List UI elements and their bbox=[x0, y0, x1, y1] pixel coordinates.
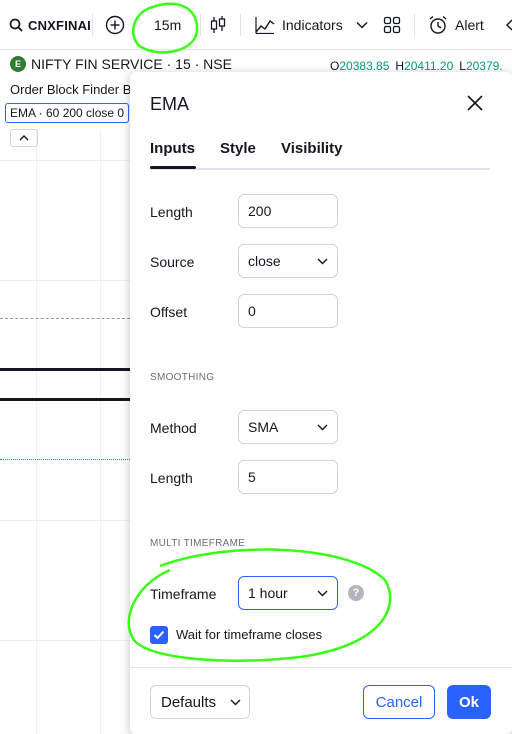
method-label: Method bbox=[150, 420, 197, 436]
timeframe-select[interactable]: 1 hour bbox=[238, 576, 338, 610]
close-icon bbox=[467, 95, 483, 111]
indicator-name: Order Block Finder B bbox=[10, 82, 132, 97]
symbol-search[interactable]: CNXFINAI bbox=[9, 0, 91, 50]
high-value: 20411.20 bbox=[404, 59, 454, 73]
check-icon bbox=[153, 630, 165, 640]
length-input[interactable]: 200 bbox=[238, 194, 338, 228]
toolbar-divider bbox=[200, 14, 201, 36]
exchange-logo: E bbox=[10, 56, 26, 72]
indicators-button[interactable]: Indicators bbox=[255, 0, 343, 50]
collapse-legend-button[interactable] bbox=[10, 129, 38, 147]
indicators-dropdown[interactable] bbox=[356, 0, 368, 50]
chevron-left-icon bbox=[505, 19, 512, 31]
cancel-button[interactable]: Cancel bbox=[363, 685, 435, 719]
ema-settings-dialog: EMA Inputs Style Visibility Length 200 S… bbox=[130, 72, 512, 734]
high-label: H bbox=[395, 59, 405, 73]
indicator-name: EMA · 60 200 close 0 bbox=[10, 106, 125, 120]
indicator-legend-1[interactable]: Order Block Finder B bbox=[10, 82, 131, 97]
symbol-name: CNXFINAI bbox=[28, 17, 91, 33]
alert-label: Alert bbox=[455, 17, 484, 33]
low-value: 20379. bbox=[465, 59, 503, 73]
chevron-down-icon bbox=[230, 699, 241, 705]
order-block-line bbox=[0, 398, 130, 401]
tradingview-screen: CNXFINAI 15m Indicators Alert E NIFTY FI… bbox=[0, 0, 512, 734]
chart-type-button[interactable] bbox=[209, 0, 227, 50]
open-label: O bbox=[330, 59, 340, 73]
source-label: Source bbox=[150, 254, 195, 270]
wait-timeframe-checkbox[interactable] bbox=[150, 626, 168, 644]
compare-button[interactable] bbox=[105, 0, 125, 50]
wait-timeframe-label: Wait for timeframe closes bbox=[176, 627, 323, 642]
layout-grid-icon bbox=[383, 16, 401, 34]
indicators-label: Indicators bbox=[282, 17, 343, 33]
chevron-down-icon bbox=[356, 21, 368, 29]
grid-line bbox=[36, 130, 37, 734]
low-label: L bbox=[459, 59, 466, 73]
interval-button[interactable]: 15m bbox=[154, 0, 181, 50]
grid-line bbox=[100, 130, 101, 734]
defaults-button[interactable]: Defaults bbox=[150, 685, 250, 719]
toolbar-divider bbox=[92, 14, 93, 36]
method-select[interactable]: SMA bbox=[238, 410, 338, 444]
dotted-level-line bbox=[0, 459, 130, 460]
multi-timeframe-section-title: MULTI TIMEFRAME bbox=[150, 538, 246, 549]
symbol-title: NIFTY FIN SERVICE · 15 · NSE bbox=[31, 56, 232, 72]
tab-style[interactable]: Style bbox=[220, 140, 256, 157]
toolbar-divider bbox=[414, 14, 415, 36]
close-button[interactable] bbox=[462, 90, 488, 116]
smoothing-length-input[interactable]: 5 bbox=[238, 460, 338, 494]
order-block-line bbox=[0, 368, 130, 371]
defaults-label: Defaults bbox=[161, 693, 217, 711]
ohlc-values: O20383.85 H20411.20 L20379. bbox=[330, 59, 503, 73]
smoothing-length-label: Length bbox=[150, 470, 193, 486]
indicator-legend-2[interactable]: EMA · 60 200 close 0 bbox=[5, 103, 130, 123]
chevron-down-icon bbox=[317, 258, 328, 264]
candles-icon bbox=[210, 16, 226, 33]
alert-clock-icon bbox=[429, 15, 447, 34]
add-compare-icon bbox=[105, 15, 125, 35]
timeframe-value: 1 hour bbox=[248, 585, 288, 601]
symbol-legend[interactable]: E NIFTY FIN SERVICE · 15 · NSE bbox=[10, 56, 232, 72]
open-value: 20383.85 bbox=[339, 59, 390, 73]
dialog-footer-divider bbox=[130, 667, 512, 668]
active-tab-indicator bbox=[150, 166, 196, 169]
indicators-icon bbox=[255, 17, 275, 34]
toolbar-divider bbox=[240, 14, 241, 36]
length-label: Length bbox=[150, 204, 193, 220]
top-toolbar: CNXFINAI 15m Indicators Alert bbox=[0, 0, 512, 50]
dialog-tabs: Inputs Style Visibility bbox=[150, 140, 490, 170]
chevron-up-icon bbox=[19, 135, 29, 141]
search-icon bbox=[9, 18, 23, 32]
source-select[interactable]: close bbox=[238, 244, 338, 278]
ok-button[interactable]: Ok bbox=[447, 685, 491, 719]
tab-inputs[interactable]: Inputs bbox=[150, 140, 195, 157]
replay-button[interactable] bbox=[505, 0, 512, 50]
timeframe-label: Timeframe bbox=[150, 586, 217, 602]
method-value: SMA bbox=[248, 419, 279, 435]
smoothing-section-title: SMOOTHING bbox=[150, 372, 215, 383]
chevron-down-icon bbox=[317, 424, 328, 430]
dialog-title: EMA bbox=[150, 94, 190, 114]
dashed-price-line bbox=[0, 318, 130, 319]
help-icon[interactable]: ? bbox=[348, 585, 364, 601]
chevron-down-icon bbox=[317, 590, 328, 596]
source-value: close bbox=[248, 253, 281, 269]
layout-button[interactable] bbox=[383, 0, 401, 50]
offset-input[interactable]: 0 bbox=[238, 294, 338, 328]
offset-label: Offset bbox=[150, 304, 188, 320]
tab-visibility[interactable]: Visibility bbox=[281, 140, 342, 157]
alert-button[interactable]: Alert bbox=[428, 0, 484, 50]
